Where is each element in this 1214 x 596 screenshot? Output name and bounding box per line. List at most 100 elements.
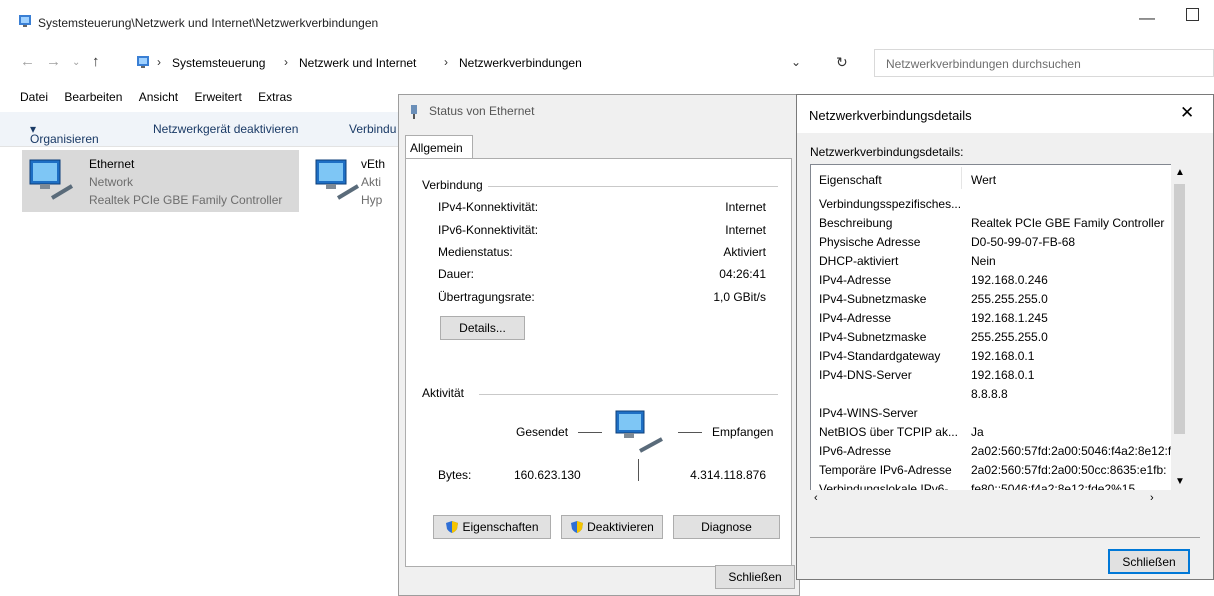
- row-property: Temporäre IPv6-Adresse: [819, 463, 952, 477]
- scroll-up-icon[interactable]: ▲: [1175, 167, 1185, 178]
- row-property: IPv4-Adresse: [819, 311, 892, 325]
- minimize-button[interactable]: —: [1139, 10, 1155, 28]
- row-value: D0-50-99-07-FB-68: [971, 235, 1076, 249]
- connect-button[interactable]: Verbindu: [349, 122, 396, 136]
- properties-button[interactable]: Eigenschaften: [433, 515, 551, 539]
- explorer-title-bar: Systemsteuerung\Netzwerk und Internet\Ne…: [0, 0, 1214, 42]
- row-value: 192.168.0.1: [971, 368, 1035, 382]
- bytes-sent: 160.623.130: [514, 468, 581, 482]
- address-bar-row: ← → ⌄ ↑ › Systemsteuerung › Netzwerk und…: [0, 44, 1214, 82]
- details-dialog: Netzwerkverbindungsdetails ✕ Netzwerkver…: [796, 94, 1214, 580]
- menu-datei[interactable]: Datei: [20, 90, 48, 104]
- row-label: Medienstatus:: [438, 245, 513, 259]
- row-value: Aktiviert: [723, 245, 766, 259]
- breadcrumb-item[interactable]: Netzwerk und Internet: [299, 56, 416, 70]
- row-value: Realtek PCIe GBE Family Controller: [971, 216, 1165, 230]
- row-property: Beschreibung: [819, 216, 893, 230]
- menu-extras[interactable]: Extras: [258, 90, 292, 104]
- row-label: IPv4-Konnektivität:: [438, 200, 539, 214]
- row-property: IPv6-Adresse: [819, 444, 892, 458]
- window-title: Systemsteuerung\Netzwerk und Internet\Ne…: [38, 16, 379, 30]
- row-property: IPv4-Subnetzmaske: [819, 330, 927, 344]
- column-header-property[interactable]: Eigenschaft: [819, 173, 882, 187]
- details-button[interactable]: Details...: [440, 316, 525, 340]
- status-dialog: Status von Ethernet Allgemein Verbindung…: [398, 94, 800, 596]
- item-network: Akti: [361, 175, 382, 189]
- row-value: 2a02:560:57fd:2a00:5046:f4a2:8e12:f: [971, 444, 1172, 458]
- breadcrumb-item[interactable]: Systemsteuerung: [172, 56, 265, 70]
- tab-panel: Verbindung IPv4-Konnektivität: Internet …: [405, 158, 792, 567]
- details-title-bar: Netzwerkverbindungsdetails ✕: [797, 95, 1213, 133]
- item-name: vEth: [361, 157, 386, 171]
- received-label: Empfangen: [712, 425, 774, 439]
- back-arrow-icon[interactable]: ←: [20, 53, 35, 70]
- address-box[interactable]: › Systemsteuerung › Netzwerk und Interne…: [126, 49, 826, 77]
- scroll-right-icon[interactable]: ›: [1150, 492, 1154, 504]
- row-value: 1,0 GBit/s: [713, 290, 766, 304]
- control-panel-icon: [137, 56, 149, 68]
- row-property: Verbindungsspezifisches...: [819, 197, 962, 211]
- details-label: Netzwerkverbindungsdetails:: [810, 145, 964, 159]
- breadcrumb-item[interactable]: Netzwerkverbindungen: [459, 56, 582, 70]
- item-network: Network: [89, 175, 134, 189]
- row-property: IPv4-WINS-Server: [819, 406, 918, 420]
- search-placeholder: Netzwerkverbindungen durchsuchen: [886, 57, 1081, 71]
- row-property: DHCP-aktiviert: [819, 254, 899, 268]
- control-panel-icon: [19, 15, 31, 27]
- menu-bearbeiten[interactable]: Bearbeiten: [64, 90, 122, 104]
- row-value: 192.168.0.246: [971, 273, 1048, 287]
- network-adapter-icon: [315, 159, 360, 200]
- vertical-scrollbar[interactable]: ▲ ▼: [1171, 164, 1188, 507]
- recent-chevron-icon[interactable]: ⌄: [72, 57, 80, 68]
- row-label: Übertragungsrate:: [438, 290, 535, 304]
- row-value: 8.8.8.8: [971, 387, 1008, 401]
- organize-button[interactable]: Organisieren ▾: [30, 122, 99, 146]
- group-header-activity: Aktivität: [422, 386, 465, 400]
- row-value: 255.255.255.0: [971, 330, 1048, 344]
- column-header-value[interactable]: Wert: [971, 173, 996, 187]
- row-property: NetBIOS über TCPIP ak...: [819, 425, 958, 439]
- close-button[interactable]: Schließen: [1108, 549, 1190, 574]
- dialog-title: Status von Ethernet: [429, 104, 535, 118]
- bytes-label: Bytes:: [438, 468, 472, 482]
- row-value: 255.255.255.0: [971, 292, 1048, 306]
- row-label: Dauer:: [438, 267, 475, 281]
- scroll-down-icon[interactable]: ▼: [1175, 476, 1185, 487]
- search-input[interactable]: Netzwerkverbindungen durchsuchen: [874, 49, 1214, 77]
- maximize-button[interactable]: [1186, 8, 1199, 21]
- disable-device-button[interactable]: Netzwerkgerät deaktivieren: [153, 122, 298, 136]
- row-property: IPv4-Subnetzmaske: [819, 292, 927, 306]
- menu-erweitert[interactable]: Erweitert: [194, 90, 241, 104]
- scroll-thumb[interactable]: [1174, 184, 1185, 434]
- row-property: IPv4-Standardgateway: [819, 349, 941, 363]
- row-value: Internet: [725, 200, 766, 214]
- forward-arrow-icon[interactable]: →: [46, 53, 61, 70]
- horizontal-scrollbar[interactable]: ‹ ›: [810, 490, 1171, 507]
- refresh-icon[interactable]: ↻: [836, 54, 848, 71]
- tab-allgemein[interactable]: Allgemein: [405, 135, 473, 159]
- row-value: 04:26:41: [719, 267, 766, 281]
- row-property: Physische Adresse: [819, 235, 921, 249]
- network-adapter-icon: [29, 159, 74, 200]
- uac-shield-icon: [446, 521, 459, 533]
- close-button[interactable]: Schließen: [715, 565, 795, 589]
- row-value: 2a02:560:57fd:2a00:50cc:8635:e1fb:: [971, 463, 1167, 477]
- menu-ansicht[interactable]: Ansicht: [139, 90, 178, 104]
- close-icon[interactable]: ✕: [1180, 103, 1194, 123]
- network-activity-icon: [615, 410, 663, 453]
- group-header-connection: Verbindung: [422, 178, 483, 192]
- details-list[interactable]: Eigenschaft Wert Verbindungsspezifisches…: [810, 164, 1185, 507]
- row-value: Ja: [971, 425, 984, 439]
- item-name: Ethernet: [89, 157, 135, 171]
- row-value: 192.168.0.1: [971, 349, 1035, 363]
- up-arrow-icon[interactable]: ↑: [92, 53, 100, 70]
- row-property: IPv4-Adresse: [819, 273, 892, 287]
- row-value: 192.168.1.245: [971, 311, 1048, 325]
- scroll-left-icon[interactable]: ‹: [814, 492, 818, 504]
- diagnose-button[interactable]: Diagnose: [673, 515, 780, 539]
- disable-button[interactable]: Deaktivieren: [561, 515, 663, 539]
- item-adapter: Realtek PCIe GBE Family Controller: [89, 193, 283, 207]
- bytes-received: 4.314.118.876: [690, 468, 766, 482]
- address-dropdown-icon[interactable]: ⌄: [791, 55, 801, 69]
- row-value: Internet: [725, 223, 766, 237]
